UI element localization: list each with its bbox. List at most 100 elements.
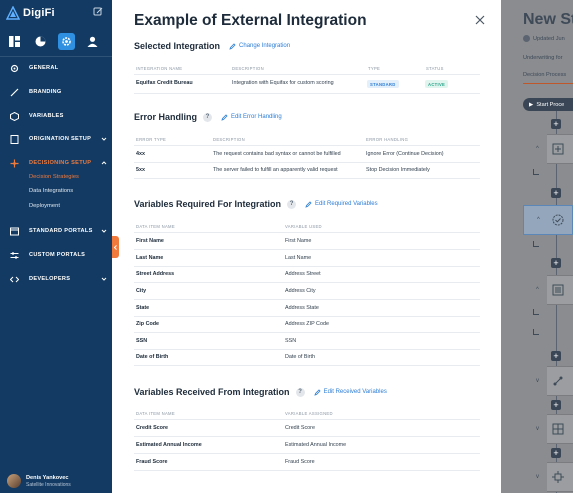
integration-description: Integration with Equifax for custom scor… (232, 80, 334, 86)
add-step-icon: + (551, 351, 561, 361)
chevron-down-icon (101, 277, 107, 281)
code-icon (10, 276, 19, 282)
chevron-up-icon: ^ (537, 217, 540, 223)
data-item-name: Fraud Score (136, 459, 168, 465)
error-type: 5xx (136, 167, 145, 173)
apps-icon[interactable] (6, 33, 23, 50)
help-icon[interactable]: ? (295, 387, 305, 397)
row-divider (134, 470, 480, 471)
variable-assigned: Credit Score (285, 425, 315, 431)
background-updated: Updated Jun (523, 35, 565, 42)
sidebar-subitem-decision-strategies[interactable]: Decision Strategies (29, 174, 79, 180)
error-handling-header: Error Handling ? Edit Error Handling (134, 112, 282, 122)
flow-node-selected: ^ (523, 205, 573, 235)
variable-used: Date of Birth (285, 354, 315, 360)
error-handling-value: Stop Decision Immediately (366, 167, 430, 173)
error-description: The request contains bad syntax or canno… (213, 151, 341, 157)
chevron-left-icon (113, 244, 117, 250)
flow-node: ^ (536, 275, 573, 305)
data-item-name: First Name (136, 238, 164, 244)
edit-error-handling-link[interactable]: Edit Error Handling (221, 113, 282, 121)
grid-icon (552, 423, 564, 435)
user-profile[interactable]: Denis Yankovec Satellite Innovations (7, 474, 71, 488)
flow-node: ^ (536, 134, 573, 164)
sidebar-item-branding[interactable]: BRANDING (0, 83, 112, 101)
sliders-icon (10, 251, 19, 259)
help-icon[interactable]: ? (287, 199, 297, 209)
background-page: New St Updated Jun Underwriting for Deci… (501, 0, 573, 493)
tab-underline (523, 83, 573, 84)
variable-used: Last Name (285, 255, 312, 261)
data-item-name: Street Address (136, 271, 175, 277)
branch-hook-icon (533, 329, 539, 335)
user-icon[interactable] (84, 33, 101, 50)
row-divider (134, 436, 480, 437)
sidebar-subitem-deployment[interactable]: Deployment (29, 203, 60, 209)
add-step-icon: + (551, 258, 561, 268)
data-item-name: Estimated Annual Income (136, 442, 202, 448)
variable-used: Address Street (285, 271, 321, 277)
column-header: TYPE (368, 66, 381, 71)
settings-gear-icon[interactable] (58, 33, 75, 50)
row-divider (134, 232, 480, 233)
edit-icon[interactable] (93, 7, 103, 17)
start-process-button: ▶ Start Proce (523, 98, 573, 111)
data-item-name: SSN (136, 338, 148, 344)
add-step-icon: + (551, 448, 561, 458)
section-title: Selected Integration (134, 41, 221, 51)
row-divider (134, 299, 480, 300)
row-divider (134, 162, 480, 163)
background-underwriting: Underwriting for (523, 55, 563, 61)
sidebar-item-variables[interactable]: VARIABLES (0, 107, 112, 125)
status-badge: ACTIVE (425, 80, 449, 88)
play-icon: ▶ (529, 101, 534, 108)
help-icon[interactable]: ? (203, 112, 213, 122)
received-variables-header: Variables Received From Integration ? Ed… (134, 387, 387, 397)
sidebar-item-standard-portals[interactable]: STANDARD PORTALS (0, 222, 112, 240)
change-integration-link[interactable]: Change Integration (229, 42, 290, 50)
portal-icon (10, 227, 19, 235)
row-divider (134, 419, 480, 420)
avatar (523, 35, 530, 42)
check-badge-icon (552, 214, 564, 226)
sidebar-item-decisioning-setup[interactable]: DECISIONING SETUP (0, 154, 112, 172)
column-header: ERROR HANDLING (366, 137, 409, 142)
flow-node: v (536, 414, 573, 444)
required-variables-header: Variables Required For Integration ? Edi… (134, 199, 378, 209)
column-header: STATUS (426, 66, 444, 71)
selected-integration-header: Selected Integration Change Integration (134, 41, 290, 51)
edit-required-variables-link[interactable]: Edit Required Variables (305, 200, 378, 208)
sidebar-item-developers[interactable]: DEVELOPERS (0, 270, 112, 288)
document-icon (10, 134, 19, 144)
close-icon[interactable] (475, 15, 485, 25)
sidebar-subitem-data-integrations[interactable]: Data Integrations (29, 188, 73, 194)
section-title: Variables Required For Integration (134, 199, 282, 209)
edit-received-variables-link[interactable]: Edit Received Variables (313, 388, 387, 396)
user-company: Satellite Innovations (26, 481, 71, 488)
sidebar-item-custom-portals[interactable]: CUSTOM PORTALS (0, 246, 112, 264)
chevron-up-icon (101, 161, 107, 165)
error-description: The server failed to fulfill an apparent… (213, 167, 338, 173)
data-item-name: Last Name (136, 255, 164, 261)
tab-decision-process: Decision Process (523, 72, 567, 78)
digifi-logo-icon (6, 6, 20, 20)
sidebar-item-general[interactable]: GENERAL (0, 59, 112, 77)
variable-used: Address ZIP Code (285, 321, 329, 327)
sidebar-item-label: ORIGINATION SETUP (29, 136, 92, 142)
row-divider (134, 349, 480, 350)
row-divider (134, 74, 480, 75)
sidebar-item-origination-setup[interactable]: ORIGINATION SETUP (0, 130, 112, 148)
document-plus-icon (552, 143, 564, 155)
section-title: Error Handling (134, 112, 198, 122)
chip-icon (552, 471, 564, 483)
sidebar-item-label: STANDARD PORTALS (29, 228, 93, 234)
row-divider (134, 93, 480, 94)
collapse-sidebar-button[interactable] (112, 236, 119, 258)
variable-used: Address State (285, 305, 319, 311)
brand-logo[interactable]: DigiFi (6, 6, 55, 20)
integration-name: Equifax Credit Bureau (136, 80, 193, 86)
branch-icon (10, 159, 19, 167)
row-divider (134, 249, 480, 250)
chart-icon[interactable] (32, 33, 49, 50)
pencil-icon (305, 200, 312, 208)
